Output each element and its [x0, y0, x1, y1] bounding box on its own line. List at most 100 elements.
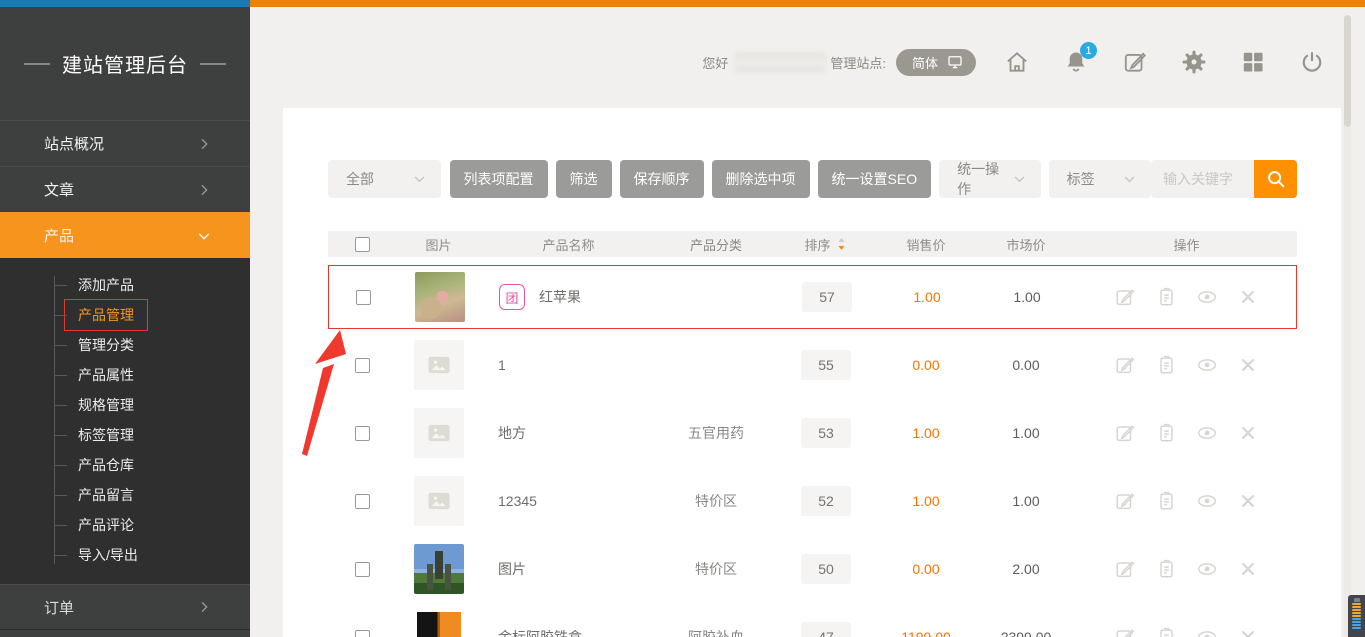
filter-button[interactable]: 筛选 — [556, 160, 612, 198]
product-name: 图片 — [498, 559, 526, 579]
copy-icon[interactable] — [1155, 558, 1177, 580]
edit-icon[interactable] — [1114, 626, 1136, 637]
header-sort[interactable]: 排序 — [804, 235, 847, 254]
delete-icon[interactable] — [1237, 422, 1259, 444]
category-filter-dropdown[interactable]: 全部 — [328, 160, 441, 198]
edit-icon[interactable] — [1114, 354, 1136, 376]
sidebar-item-articles[interactable]: 文章 — [0, 166, 250, 212]
copy-icon[interactable] — [1155, 490, 1177, 512]
edit-icon[interactable] — [1114, 558, 1136, 580]
row-checkbox[interactable] — [355, 630, 370, 637]
seo-settings-button[interactable]: 统一设置SEO — [818, 160, 932, 198]
sidebar-item-products[interactable]: 产品 — [0, 212, 250, 258]
sidebar-item-product-warehouse[interactable]: 产品仓库 — [0, 450, 250, 480]
edit-icon[interactable] — [1114, 422, 1136, 444]
market-price: 0.00 — [976, 357, 1076, 373]
product-thumbnail[interactable] — [414, 612, 464, 637]
view-icon[interactable] — [1196, 558, 1218, 580]
delete-icon[interactable] — [1237, 558, 1259, 580]
grid-icon[interactable] — [1240, 49, 1266, 75]
sale-price: 1.00 — [876, 493, 976, 509]
edit-icon[interactable] — [1114, 286, 1136, 308]
compose-icon[interactable] — [1122, 49, 1148, 75]
product-thumbnail[interactable] — [414, 408, 464, 458]
scrollbar-thumb[interactable] — [1344, 15, 1351, 127]
product-thumbnail[interactable] — [414, 476, 464, 526]
sort-value[interactable]: 57 — [802, 282, 852, 312]
sort-value[interactable]: 52 — [801, 486, 851, 516]
tag-dropdown[interactable]: 标签 — [1049, 160, 1151, 198]
top-header: 您好 管理站点: 简体 1 — [250, 31, 1365, 93]
sidebar-item-site-overview[interactable]: 站点概况 — [0, 120, 250, 166]
chevron-right-icon — [196, 136, 212, 152]
header-name: 产品名称 — [481, 235, 656, 254]
delete-selected-button[interactable]: 删除选中项 — [712, 160, 810, 198]
product-thumbnail[interactable] — [415, 272, 465, 322]
copy-icon[interactable] — [1155, 422, 1177, 444]
batch-action-value: 统一操作 — [957, 159, 1012, 199]
row-checkbox[interactable] — [355, 358, 370, 373]
home-icon[interactable] — [1004, 49, 1030, 75]
power-icon[interactable] — [1299, 49, 1325, 75]
sidebar-item-manage-categories[interactable]: 管理分类 — [0, 330, 250, 360]
copy-icon[interactable] — [1155, 626, 1177, 637]
row-checkbox[interactable] — [356, 290, 371, 305]
tag-dropdown-value: 标签 — [1067, 169, 1122, 189]
row-checkbox[interactable] — [355, 494, 370, 509]
search-input[interactable] — [1151, 160, 1254, 198]
sort-arrows-icon[interactable] — [835, 236, 848, 253]
sort-value[interactable]: 47 — [801, 622, 851, 637]
view-icon[interactable] — [1196, 626, 1218, 637]
table-row: 图片 特价区 50 0.00 2.00 — [328, 535, 1297, 603]
sidebar-item-product-reviews[interactable]: 产品评论 — [0, 510, 250, 540]
sidebar-item-spec-management[interactable]: 规格管理 — [0, 390, 250, 420]
product-name: 12345 — [498, 493, 537, 509]
sort-value[interactable]: 53 — [801, 418, 851, 448]
view-icon[interactable] — [1196, 354, 1218, 376]
gear-icon[interactable] — [1181, 49, 1207, 75]
group-buy-badge: 团 — [499, 284, 525, 310]
chevron-down-icon — [196, 228, 212, 244]
sidebar-item-add-product[interactable]: 添加产品 — [0, 270, 250, 300]
market-price: 1.00 — [976, 493, 1076, 509]
search-button[interactable] — [1254, 160, 1297, 198]
row-checkbox[interactable] — [355, 562, 370, 577]
products-submenu: 添加产品 产品管理 管理分类 产品属性 规格管理 标签管理 产品仓库 产品留言 … — [0, 258, 250, 584]
bell-icon[interactable]: 1 — [1063, 49, 1089, 75]
select-all-checkbox[interactable] — [355, 237, 370, 252]
sidebar-item-product-messages[interactable]: 产品留言 — [0, 480, 250, 510]
sidebar-item-product-management[interactable]: 产品管理 — [0, 300, 250, 330]
list-config-button[interactable]: 列表项配置 — [450, 160, 548, 198]
corner-widget[interactable] — [1348, 595, 1365, 637]
sidebar-item-product-attributes[interactable]: 产品属性 — [0, 360, 250, 390]
product-name: 地方 — [498, 423, 526, 443]
title-dash-left — [24, 63, 50, 65]
edit-icon[interactable] — [1114, 490, 1136, 512]
batch-action-dropdown[interactable]: 统一操作 — [939, 160, 1041, 198]
product-category: 阿胶补血 — [656, 627, 776, 637]
delete-icon[interactable] — [1237, 354, 1259, 376]
product-name: 1 — [498, 357, 506, 373]
view-icon[interactable] — [1196, 286, 1218, 308]
delete-icon[interactable] — [1237, 286, 1259, 308]
sidebar-item-orders[interactable]: 订单 — [0, 584, 250, 630]
sidebar-item-tag-management[interactable]: 标签管理 — [0, 420, 250, 450]
sidebar-item-label: 站点概况 — [44, 133, 196, 154]
table-row: 金标阿胶铁盒 阿胶补血 47 1199.00 2399.00 — [328, 603, 1297, 637]
language-button[interactable]: 简体 — [896, 49, 976, 76]
view-icon[interactable] — [1196, 490, 1218, 512]
copy-icon[interactable] — [1155, 286, 1177, 308]
copy-icon[interactable] — [1155, 354, 1177, 376]
sort-value[interactable]: 50 — [801, 554, 851, 584]
sort-value[interactable]: 55 — [801, 350, 851, 380]
product-thumbnail[interactable] — [414, 340, 464, 390]
sidebar-item-import-export[interactable]: 导入/导出 — [0, 540, 250, 570]
save-order-button[interactable]: 保存顺序 — [620, 160, 704, 198]
view-icon[interactable] — [1196, 422, 1218, 444]
product-thumbnail[interactable] — [414, 544, 464, 594]
search-icon — [1265, 168, 1287, 190]
scrollbar-track[interactable] — [1344, 108, 1351, 637]
delete-icon[interactable] — [1237, 626, 1259, 637]
row-checkbox[interactable] — [355, 426, 370, 441]
delete-icon[interactable] — [1237, 490, 1259, 512]
